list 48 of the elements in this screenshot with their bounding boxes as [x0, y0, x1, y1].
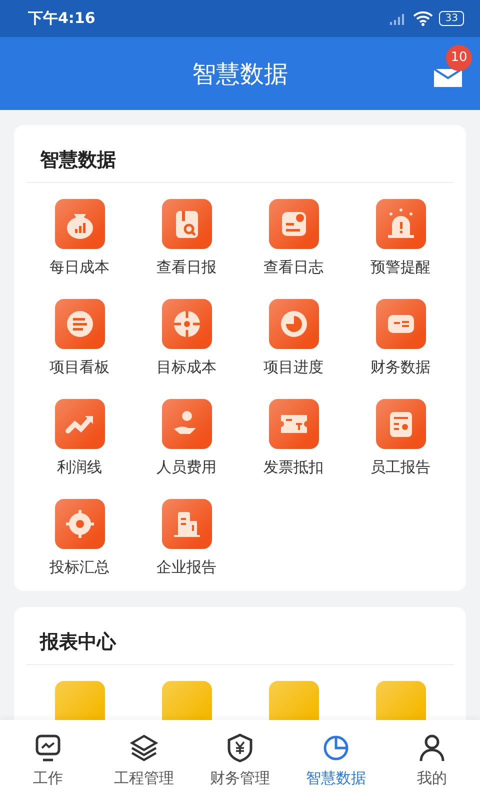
page-title: 智慧数据 — [192, 58, 288, 90]
item-label[interactable]: 财务数据 — [370, 358, 430, 377]
id-card-icon[interactable] — [376, 399, 426, 449]
section-title: 报表中心 — [38, 630, 118, 655]
item-label[interactable]: 查看日志 — [264, 258, 324, 277]
target-icon[interactable] — [162, 299, 212, 349]
finance-icon[interactable] — [376, 299, 426, 349]
item-label[interactable]: 目标成本 — [156, 358, 216, 377]
report-search-icon[interactable] — [162, 199, 212, 249]
trend-icon[interactable] — [54, 399, 104, 449]
monitor-chart-icon — [33, 732, 63, 762]
app-tile-icon[interactable] — [162, 681, 212, 720]
layers-icon — [129, 732, 159, 762]
person-icon — [417, 732, 447, 762]
log-icon[interactable] — [268, 199, 318, 249]
item-label[interactable]: 人员费用 — [156, 458, 216, 477]
app-tile-icon[interactable] — [54, 681, 104, 720]
status-time: 下午4:16 — [28, 9, 96, 28]
item-label[interactable]: 投标汇总 — [50, 558, 110, 577]
item-label[interactable]: 项目看板 — [50, 358, 110, 377]
tab[interactable]: 工作 — [0, 720, 96, 800]
item-label[interactable]: 企业报告 — [156, 558, 216, 577]
building-icon[interactable] — [162, 499, 212, 549]
progress-icon[interactable] — [268, 299, 318, 349]
tab[interactable]: 智慧数据 — [288, 720, 384, 800]
tab[interactable]: 财务管理 — [192, 720, 288, 800]
list-icon[interactable] — [54, 299, 104, 349]
item-label[interactable]: 利润线 — [57, 458, 102, 477]
location-icon[interactable] — [54, 499, 104, 549]
invoice-icon[interactable] — [268, 399, 318, 449]
app-tile-icon[interactable] — [268, 681, 318, 720]
alarm-icon[interactable] — [376, 199, 426, 249]
tab[interactable]: 工程管理 — [96, 720, 192, 800]
shield-yen-icon — [225, 732, 255, 762]
wifi-icon — [413, 11, 434, 26]
hand-coin-icon[interactable] — [162, 399, 212, 449]
item-label[interactable]: 查看日报 — [156, 258, 216, 277]
app-tile-icon[interactable] — [376, 681, 426, 720]
item-label[interactable]: 预警提醒 — [370, 258, 430, 277]
item-label[interactable]: 员工报告 — [370, 458, 430, 477]
item-label[interactable]: 项目进度 — [264, 358, 324, 377]
section-title: 智慧数据 — [38, 148, 117, 173]
tab[interactable]: 我的 — [384, 720, 480, 800]
item-label[interactable]: 每日成本 — [50, 258, 110, 277]
item-label[interactable]: 发票抵扣 — [264, 458, 324, 477]
notification-badge: 10 — [446, 45, 472, 71]
money-bag-icon[interactable] — [54, 199, 104, 249]
battery-level: 33 — [439, 11, 464, 26]
